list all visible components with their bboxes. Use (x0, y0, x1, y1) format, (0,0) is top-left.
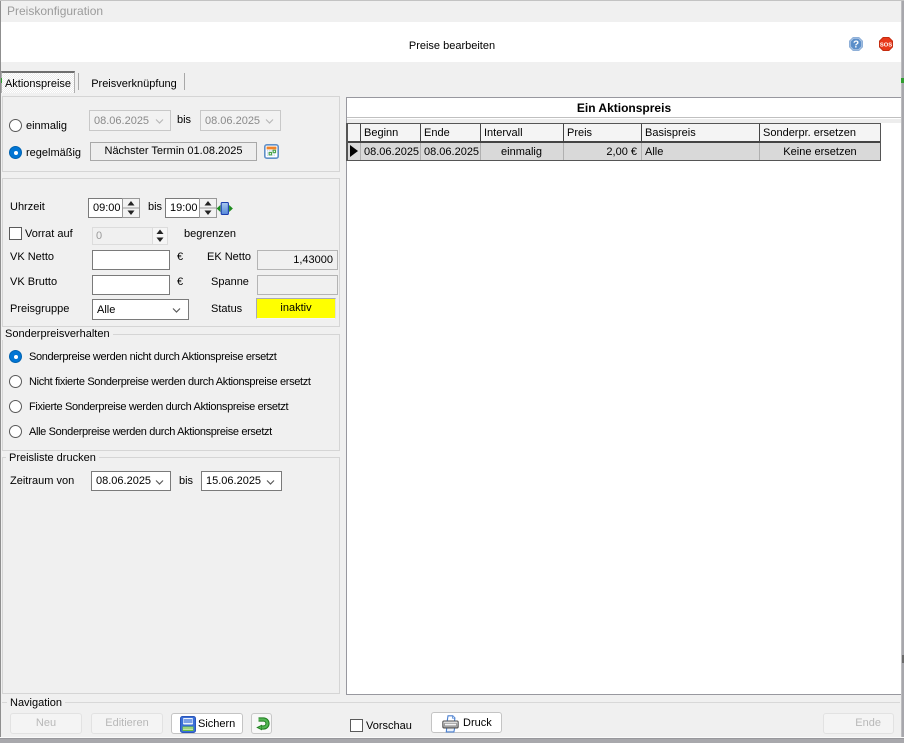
svg-text:SOS: SOS (880, 42, 892, 48)
svg-text:?: ? (853, 40, 859, 51)
